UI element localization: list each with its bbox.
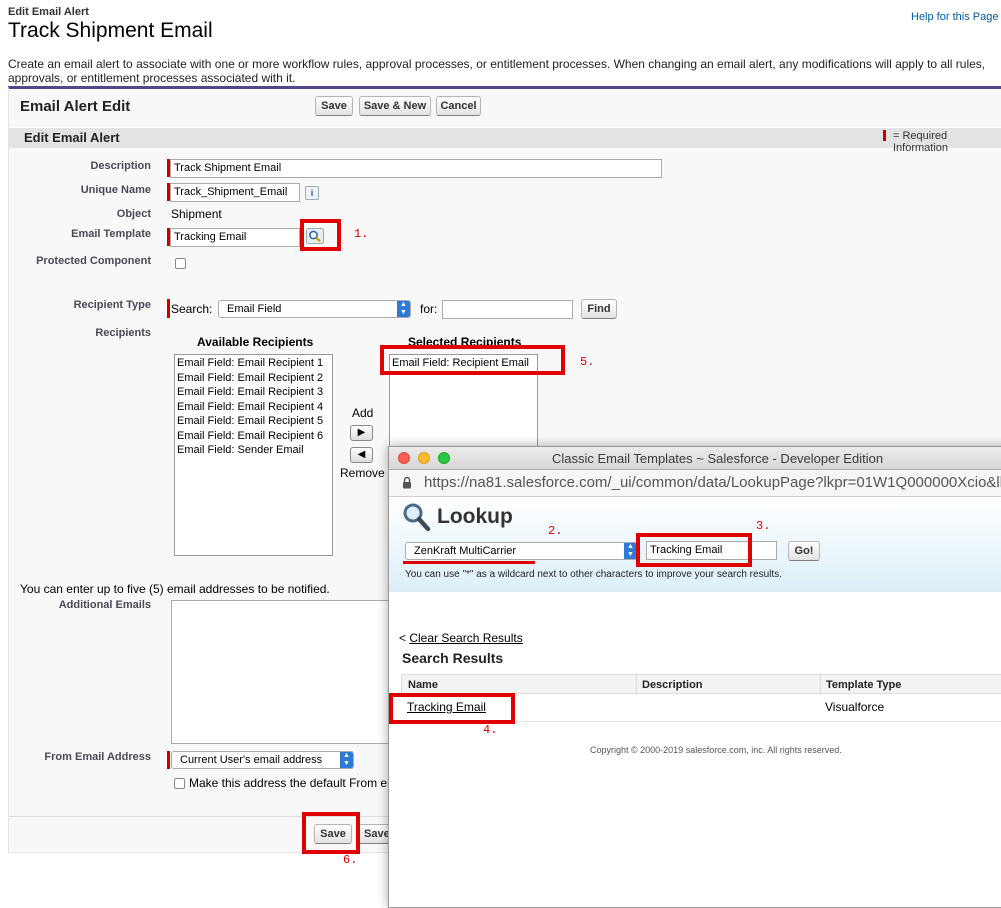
close-window-icon[interactable] (398, 452, 410, 464)
required-indicator (167, 299, 170, 318)
column-divider (636, 675, 637, 693)
list-item[interactable]: Email Field: Sender Email (177, 443, 330, 458)
maximize-window-icon[interactable] (438, 452, 450, 464)
email-template-label: Email Template (71, 228, 151, 240)
column-description: Description (642, 679, 703, 691)
step-label-6: 6. (343, 853, 358, 867)
object-value: Shipment (171, 207, 222, 221)
step-label-3: 3. (756, 519, 771, 533)
available-recipients-list[interactable]: Email Field: Email Recipient 1 Email Fie… (174, 354, 333, 556)
info-icon[interactable]: i (305, 186, 319, 200)
required-note: = Required Information (893, 130, 949, 154)
go-button[interactable]: Go! (788, 541, 820, 561)
search-results-title: Search Results (402, 650, 504, 666)
for-label: for: (420, 302, 438, 316)
results-table-header: Name Description Template Type (401, 674, 1001, 694)
lookup-title: Lookup (437, 505, 513, 528)
minimize-window-icon[interactable] (418, 452, 430, 464)
step-label-1: 1. (354, 227, 369, 241)
help-link[interactable]: Help for this Page (911, 11, 998, 23)
add-recipient-button[interactable]: ▶ (350, 425, 373, 441)
annotation-box-6 (302, 812, 360, 854)
protected-checkbox[interactable] (175, 258, 186, 269)
default-from-label: Make this address the default From em (189, 776, 398, 790)
arrow-right-icon: ▶ (357, 427, 366, 438)
clear-results: < Clear Search Results (399, 631, 523, 645)
section-title: Edit Email Alert (24, 130, 120, 145)
url-text[interactable]: https://na81.salesforce.com/_ui/common/d… (424, 474, 1001, 491)
description-field[interactable]: Track Shipment Email (170, 159, 662, 178)
folder-select-value: ZenKraft MultiCarrier (414, 545, 517, 557)
lookup-popup-window[interactable]: Classic Email Templates ~ Salesforce - D… (388, 446, 1001, 908)
from-address-select[interactable]: Current User's email address ▲ ▼ (171, 751, 354, 769)
additional-emails-label: Additional Emails (58, 599, 151, 611)
from-address-value: Current User's email address (180, 754, 323, 766)
annotation-underline-2 (403, 561, 535, 564)
remove-label: Remove (340, 466, 385, 480)
email-template-field[interactable]: Tracking Email (170, 228, 300, 247)
column-name: Name (408, 679, 438, 691)
folder-select[interactable]: ZenKraft MultiCarrier ▲ ▼ (405, 542, 638, 560)
protected-label: Protected Component (36, 255, 151, 267)
from-address-label: From Email Address (44, 751, 151, 763)
recipient-search-input[interactable] (442, 300, 573, 319)
list-item[interactable]: Email Field: Email Recipient 4 (177, 400, 330, 415)
recipient-type-value: Email Field (227, 303, 282, 315)
description-label: Description (90, 160, 151, 172)
default-from-checkbox[interactable] (174, 778, 185, 789)
annotation-box-1 (300, 219, 341, 251)
required-indicator (883, 130, 886, 141)
search-label: Search: (171, 302, 213, 316)
clear-search-results-link[interactable]: Clear Search Results (409, 631, 522, 645)
lock-icon (402, 476, 412, 492)
remove-recipient-button[interactable]: ◀ (350, 447, 373, 463)
recipient-type-label: Recipient Type (73, 299, 151, 311)
clear-results-prefix: < (399, 631, 410, 645)
annotation-box-4 (389, 693, 515, 724)
panel-title: Email Alert Edit (20, 98, 131, 115)
arrow-left-icon: ◀ (357, 449, 366, 460)
list-item[interactable]: Email Field: Email Recipient 3 (177, 385, 330, 400)
unique-name-label: Unique Name (80, 184, 151, 196)
unique-name-field[interactable]: Track_Shipment_Email (170, 183, 300, 202)
cancel-button[interactable]: Cancel (436, 96, 481, 116)
additional-emails-note: You can enter up to five (5) email addre… (20, 582, 330, 596)
list-item[interactable]: Email Field: Email Recipient 1 (177, 356, 330, 371)
annotation-box-5 (380, 345, 565, 375)
save-new-button[interactable]: Save & New (359, 96, 431, 116)
object-label: Object (116, 208, 151, 220)
page-title: Track Shipment Email (8, 19, 213, 42)
wildcard-hint: You can use "*" as a wildcard next to ot… (405, 569, 782, 580)
annotation-box-3 (636, 533, 752, 567)
column-divider (820, 675, 821, 693)
find-button[interactable]: Find (581, 299, 617, 319)
url-bar[interactable]: https://na81.salesforce.com/_ui/common/d… (389, 470, 1001, 497)
list-item[interactable]: Email Field: Email Recipient 2 (177, 371, 330, 386)
step-label-2: 2. (548, 524, 563, 538)
chevron-updown-icon: ▲ ▼ (397, 301, 410, 317)
save-button[interactable]: Save (315, 96, 353, 116)
column-template-type: Template Type (826, 679, 902, 691)
required-indicator (167, 751, 170, 769)
list-item[interactable]: Email Field: Email Recipient 5 (177, 414, 330, 429)
section-header (9, 127, 1001, 148)
popup-titlebar[interactable]: Classic Email Templates ~ Salesforce - D… (389, 447, 1001, 470)
step-label-4: 4. (483, 723, 498, 737)
template-type: Visualforce (825, 700, 885, 714)
breadcrumb: Edit Email Alert (8, 6, 89, 18)
list-item[interactable]: Email Field: Email Recipient 6 (177, 429, 330, 444)
chevron-updown-icon: ▲ ▼ (340, 752, 353, 768)
additional-emails-textarea[interactable] (171, 600, 401, 744)
magnifier-icon (401, 502, 431, 535)
recipients-label: Recipients (95, 327, 151, 339)
popup-title: Classic Email Templates ~ Salesforce - D… (552, 451, 884, 466)
available-recipients-title: Available Recipients (197, 335, 314, 349)
page-description: Create an email alert to associate with … (8, 57, 986, 85)
step-label-5: 5. (580, 355, 595, 369)
add-label: Add (352, 406, 374, 420)
recipient-type-select[interactable]: Email Field ▲ ▼ (218, 300, 411, 318)
copyright: Copyright © 2000-2019 salesforce.com, in… (590, 745, 842, 755)
